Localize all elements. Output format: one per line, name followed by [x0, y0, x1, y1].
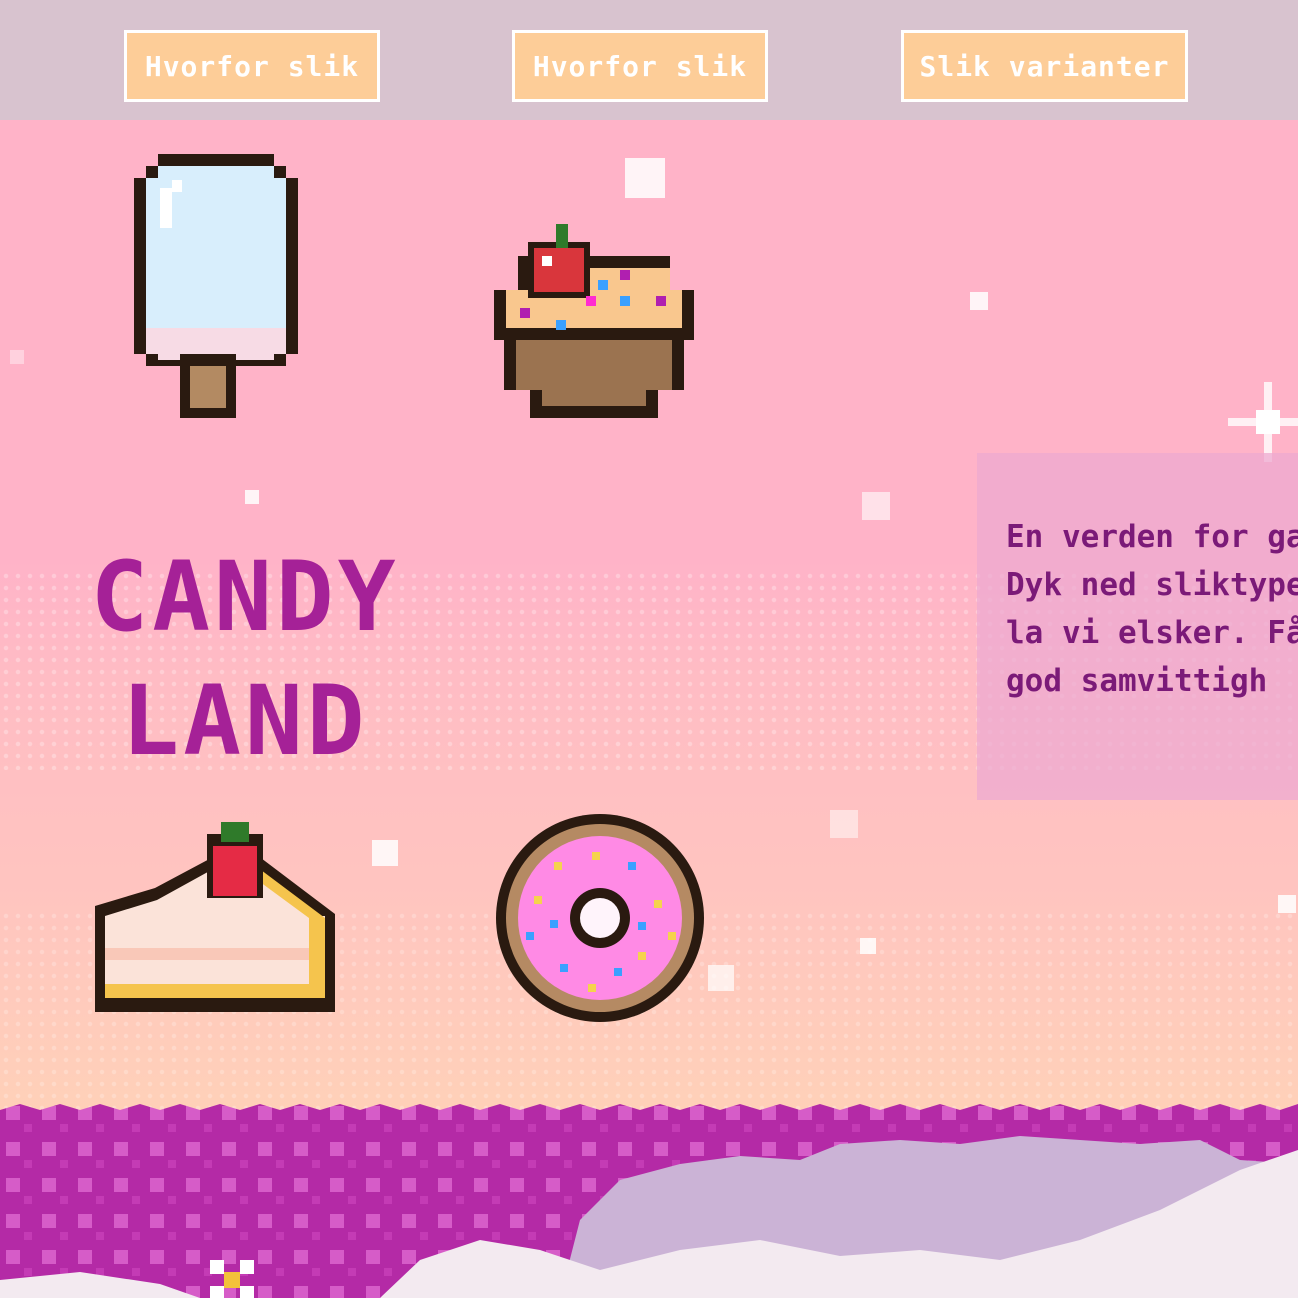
cupcake-icon	[494, 224, 694, 418]
info-panel: En verden for ganen. Dyk ned sliktyper o…	[977, 453, 1298, 800]
star-sparkle-icon	[1228, 382, 1298, 462]
nav-button-slik-varianter[interactable]: Slik varianter	[901, 30, 1188, 102]
sparkle-icon	[1278, 895, 1296, 913]
sparkle-icon	[862, 492, 890, 520]
cake-slice-icon	[95, 822, 335, 1012]
sparkle-icon	[860, 938, 876, 954]
sparkle-icon	[245, 490, 259, 504]
nav-button-hvorfor-slik[interactable]: Hvorfor slik	[124, 30, 380, 102]
sparkle-icon	[708, 965, 734, 991]
popsicle-icon	[134, 154, 298, 418]
sparkle-icon	[625, 158, 665, 198]
pixel-landscape-background	[0, 1104, 1298, 1298]
sparkle-icon	[830, 810, 858, 838]
title-line-1: CANDY	[90, 541, 400, 653]
sparkle-icon	[970, 292, 988, 310]
donut-icon	[496, 814, 704, 1022]
top-nav: Hvorfor slik Hvorfor slik Slik varianter	[0, 0, 1298, 120]
info-text: En verden for ganen. Dyk ned sliktyper o…	[1006, 519, 1298, 699]
sparkle-icon	[10, 350, 24, 364]
title-line-2: LAND	[121, 665, 369, 777]
sparkle-icon	[372, 840, 398, 866]
nav-button-hvorfor-slik-2[interactable]: Hvorfor slik	[512, 30, 768, 102]
page-title: CANDY LAND	[40, 535, 450, 783]
